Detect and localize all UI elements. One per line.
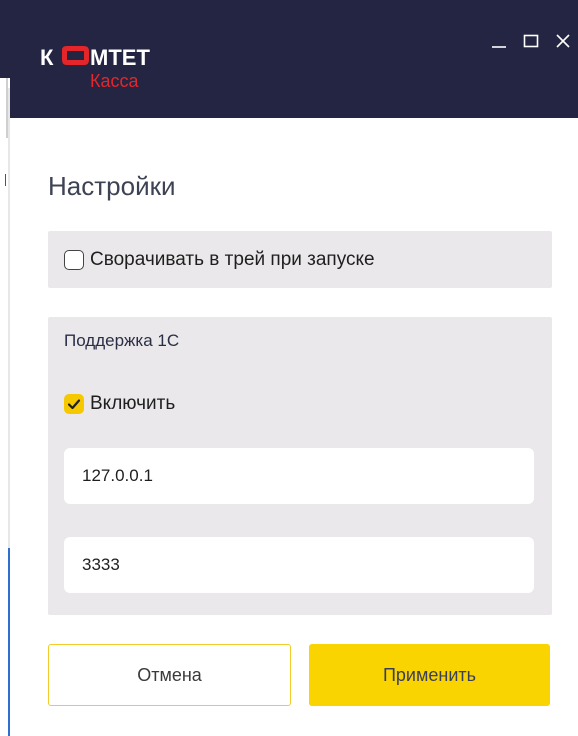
minimize-button[interactable] — [488, 30, 510, 52]
minimize-to-tray-checkbox[interactable] — [64, 250, 84, 270]
window-controls — [488, 30, 574, 52]
host-input[interactable] — [64, 448, 534, 504]
support-1c-panel: Поддержка 1С Включить — [48, 317, 552, 615]
svg-text:Касса: Касса — [90, 71, 139, 91]
enable-1c-checkbox[interactable] — [64, 394, 84, 414]
apply-button[interactable]: Применить — [309, 644, 550, 706]
background-window-edge — [0, 0, 11, 736]
checkmark-icon — [67, 399, 81, 410]
maximize-button[interactable] — [520, 30, 542, 52]
close-button[interactable] — [552, 30, 574, 52]
enable-1c-option[interactable]: Включить — [64, 393, 175, 415]
title-bar[interactable]: К МТЕТ Касса — [10, 0, 578, 118]
maximize-icon — [523, 34, 539, 48]
svg-text:МТЕТ: МТЕТ — [90, 45, 150, 70]
support-1c-title: Поддержка 1С — [64, 331, 180, 350]
enable-1c-label[interactable]: Включить — [90, 393, 175, 415]
komtet-kassa-logo: К МТЕТ Касса — [40, 45, 150, 91]
minimize-icon — [492, 46, 506, 48]
settings-window: К МТЕТ Касса Настройки Сворачивать в тре… — [10, 0, 578, 736]
page-title: Настройки — [48, 171, 176, 201]
minimize-to-tray-option[interactable]: Сворачивать в трей при запуске — [64, 249, 375, 271]
close-icon — [556, 34, 570, 48]
port-input[interactable] — [64, 537, 534, 593]
cancel-button[interactable]: Отмена — [48, 644, 291, 706]
svg-text:К: К — [40, 45, 54, 70]
tray-settings-panel: Сворачивать в трей при запуске — [48, 231, 552, 288]
minimize-to-tray-label[interactable]: Сворачивать в трей при запуске — [90, 249, 375, 271]
